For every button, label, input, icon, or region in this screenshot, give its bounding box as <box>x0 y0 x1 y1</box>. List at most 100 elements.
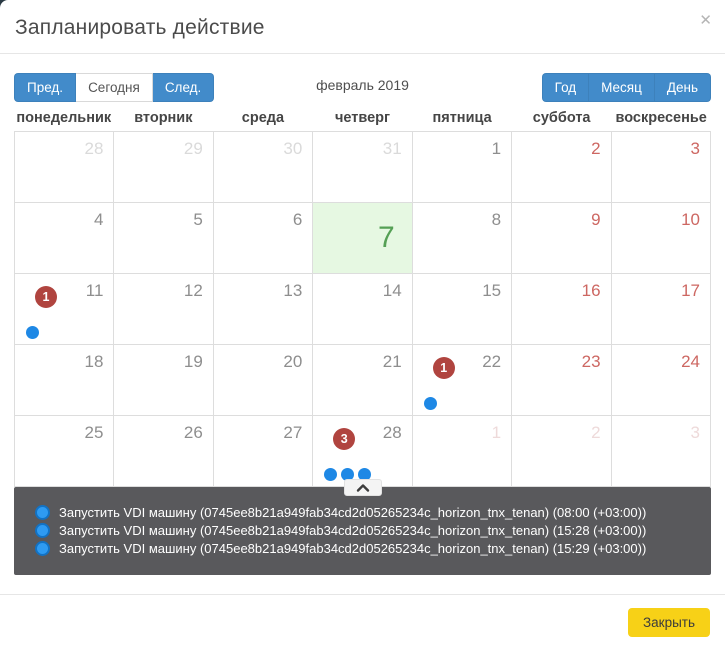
day-cell[interactable]: 22 1 <box>413 345 512 416</box>
day-cell[interactable]: 19 <box>114 345 213 416</box>
event-dot[interactable] <box>424 397 437 410</box>
weekday-header: суббота <box>512 110 612 126</box>
day-number: 28 <box>383 423 402 443</box>
day-cell[interactable]: 3 <box>612 416 711 487</box>
event-dot[interactable] <box>324 468 337 481</box>
chevron-up-icon <box>356 483 370 493</box>
view-button-group: Год Месяц День <box>542 73 711 102</box>
day-number: 22 <box>482 352 501 372</box>
events-list: Запустить VDI машину (0745ee8b21a949fab3… <box>14 503 711 557</box>
event-count-badge[interactable]: 1 <box>35 286 57 308</box>
nav-button-group: Пред. Сегодня След. <box>14 73 214 102</box>
event-dots <box>26 326 39 339</box>
day-number: 17 <box>681 281 700 301</box>
month-view-button[interactable]: Месяц <box>589 73 655 102</box>
day-cell[interactable]: 26 <box>114 416 213 487</box>
day-number: 31 <box>383 139 402 159</box>
day-number: 15 <box>482 281 501 301</box>
day-number: 6 <box>293 210 302 230</box>
day-cell[interactable]: 14 <box>313 274 412 345</box>
event-bullet-icon <box>35 541 50 556</box>
event-item: Запустить VDI машину (0745ee8b21a949fab3… <box>14 521 711 539</box>
day-cell[interactable]: 23 <box>512 345 611 416</box>
calendar-toolbar: Пред. Сегодня След. февраль 2019 Год Мес… <box>14 73 711 102</box>
day-number: 24 <box>681 352 700 372</box>
day-cell[interactable]: 17 <box>612 274 711 345</box>
day-cell[interactable]: 24 <box>612 345 711 416</box>
day-cell[interactable]: 27 <box>214 416 313 487</box>
day-number: 9 <box>591 210 600 230</box>
weekday-header: пятница <box>412 110 512 126</box>
collapse-panel-button[interactable] <box>344 479 382 496</box>
close-icon[interactable]: ✕ <box>699 13 712 28</box>
day-cell[interactable]: 6 <box>214 203 313 274</box>
weekday-header: четверг <box>313 110 413 126</box>
day-number: 30 <box>283 139 302 159</box>
day-number: 19 <box>184 352 203 372</box>
day-cell[interactable]: 16 <box>512 274 611 345</box>
day-number: 5 <box>193 210 202 230</box>
weekday-header: среда <box>213 110 313 126</box>
day-cell[interactable]: 28 3 <box>313 416 412 487</box>
next-button[interactable]: След. <box>153 73 214 102</box>
day-cell[interactable]: 2 <box>512 132 611 203</box>
day-cell[interactable]: 4 <box>15 203 114 274</box>
modal-header: Запланировать действие ✕ <box>0 0 725 54</box>
today-button[interactable]: Сегодня <box>76 73 153 102</box>
day-number: 14 <box>383 281 402 301</box>
day-cell[interactable]: 31 <box>313 132 412 203</box>
day-number: 3 <box>691 423 700 443</box>
events-tooltip-panel: Запустить VDI машину (0745ee8b21a949fab3… <box>14 487 711 575</box>
modal-footer: Закрыть <box>0 594 725 650</box>
day-cell[interactable]: 5 <box>114 203 213 274</box>
day-number: 18 <box>85 352 104 372</box>
event-item: Запустить VDI машину (0745ee8b21a949fab3… <box>14 503 711 521</box>
day-cell[interactable]: 9 <box>512 203 611 274</box>
day-number: 26 <box>184 423 203 443</box>
day-cell[interactable]: 21 <box>313 345 412 416</box>
event-dot[interactable] <box>26 326 39 339</box>
day-cell[interactable]: 8 <box>413 203 512 274</box>
day-cell[interactable]: 3 <box>612 132 711 203</box>
day-cell[interactable]: 7 <box>313 203 412 274</box>
weekday-header: вторник <box>114 110 214 126</box>
event-dots <box>424 397 437 410</box>
close-modal-button[interactable]: Закрыть <box>628 608 710 637</box>
day-cell[interactable]: 28 <box>15 132 114 203</box>
day-number: 28 <box>85 139 104 159</box>
day-number: 7 <box>378 221 395 255</box>
day-cell[interactable]: 1 <box>413 132 512 203</box>
weekday-header-row: понедельниквторниксредачетвергпятницасуб… <box>14 110 711 131</box>
day-cell[interactable]: 12 <box>114 274 213 345</box>
day-number: 8 <box>492 210 501 230</box>
day-number: 2 <box>591 423 600 443</box>
day-cell[interactable]: 25 <box>15 416 114 487</box>
event-count-badge[interactable]: 1 <box>433 357 455 379</box>
day-number: 29 <box>184 139 203 159</box>
year-view-button[interactable]: Год <box>542 73 590 102</box>
day-cell[interactable]: 20 <box>214 345 313 416</box>
day-number: 3 <box>691 139 700 159</box>
day-cell[interactable]: 15 <box>413 274 512 345</box>
day-number: 4 <box>94 210 103 230</box>
day-number: 13 <box>283 281 302 301</box>
day-view-button[interactable]: День <box>655 73 711 102</box>
prev-button[interactable]: Пред. <box>14 73 76 102</box>
day-number: 20 <box>283 352 302 372</box>
day-cell[interactable]: 29 <box>114 132 213 203</box>
day-cell[interactable]: 10 <box>612 203 711 274</box>
event-count-badge[interactable]: 3 <box>333 428 355 450</box>
modal-title: Запланировать действие <box>15 16 709 40</box>
day-cell[interactable]: 2 <box>512 416 611 487</box>
schedule-action-modal: Запланировать действие ✕ Пред. Сегодня С… <box>0 0 725 662</box>
calendar-grid: 2829303112345678910111121314151617181920… <box>14 131 711 487</box>
day-number: 23 <box>582 352 601 372</box>
day-cell[interactable]: 30 <box>214 132 313 203</box>
day-cell[interactable]: 111 <box>15 274 114 345</box>
day-cell[interactable]: 18 <box>15 345 114 416</box>
day-number: 10 <box>681 210 700 230</box>
day-cell[interactable]: 1 <box>413 416 512 487</box>
day-number: 25 <box>85 423 104 443</box>
day-cell[interactable]: 13 <box>214 274 313 345</box>
day-number: 16 <box>582 281 601 301</box>
